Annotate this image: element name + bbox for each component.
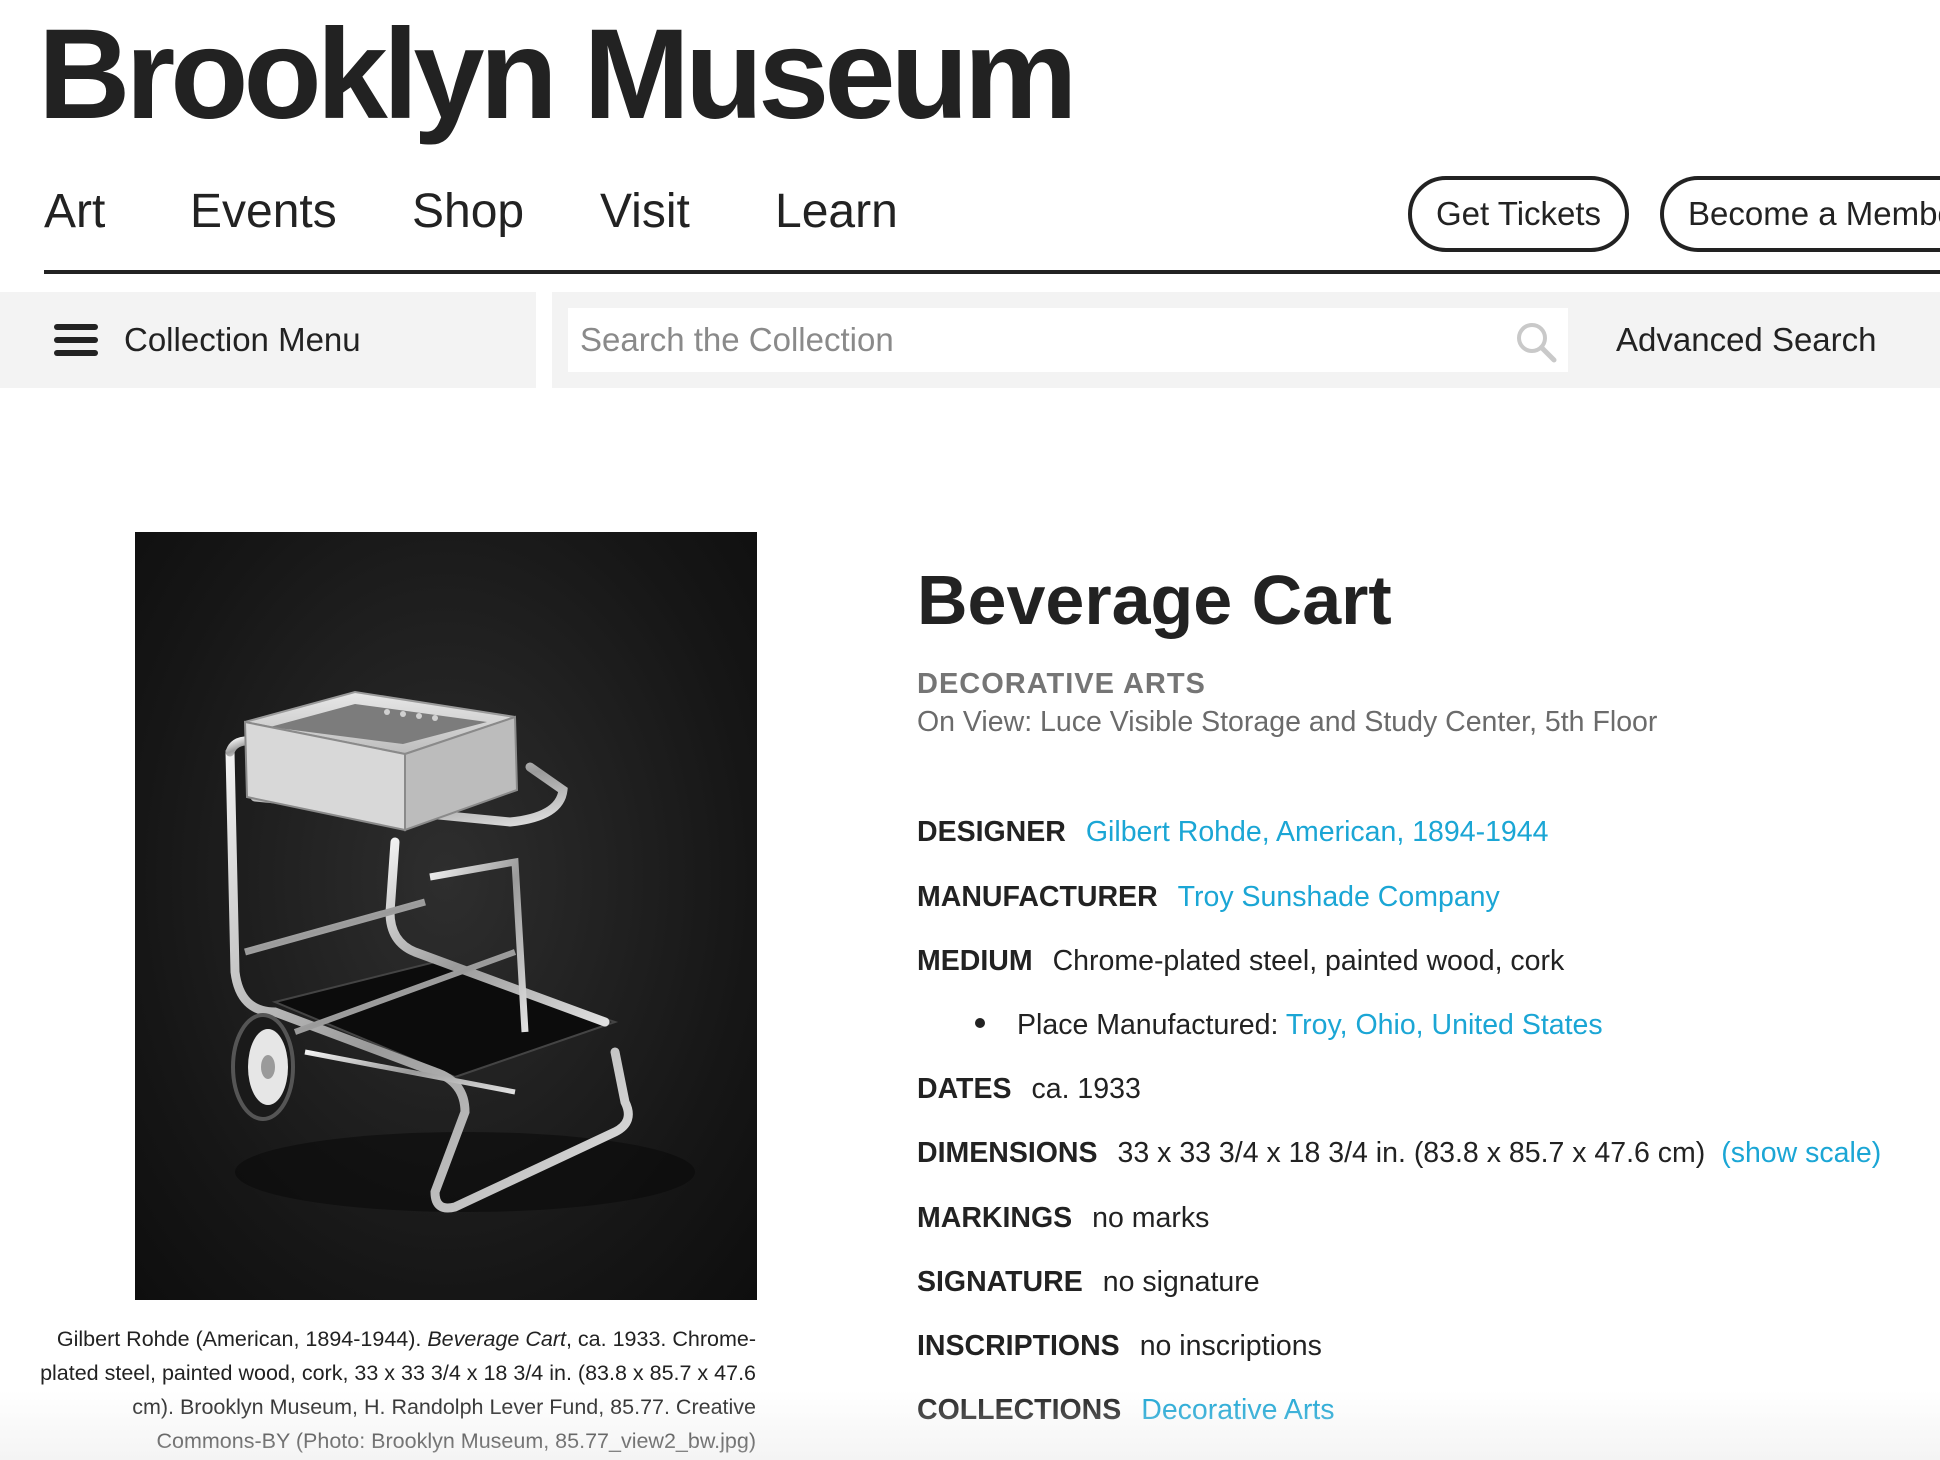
object-on-view: On View: Luce Visible Storage and Study … — [917, 706, 1658, 738]
show-scale-link[interactable]: (show scale) — [1721, 1137, 1881, 1169]
field-place-manufactured: Place Manufactured: Troy, Ohio, United S… — [975, 1005, 1603, 1045]
hamburger-menu-icon — [54, 324, 98, 356]
search-icon[interactable] — [1514, 320, 1558, 364]
collections-link[interactable]: Decorative Arts — [1141, 1394, 1334, 1426]
bullet-icon — [975, 1018, 985, 1029]
nav-learn[interactable]: Learn — [775, 172, 898, 252]
place-manufactured-label: Place Manufactured: — [1017, 1009, 1279, 1041]
field-designer: DESIGNER Gilbert Rohde, American, 1894-19… — [917, 812, 1549, 852]
nav-visit[interactable]: Visit — [600, 172, 690, 252]
designer-label: DESIGNER — [917, 816, 1066, 848]
caption-attribution: Gilbert Rohde (American, 1894-1944). — [56, 1327, 428, 1351]
manufacturer-link[interactable]: Troy Sunshade Company — [1178, 881, 1500, 913]
collection-menu-label: Collection Menu — [124, 321, 361, 358]
markings-label: MARKINGS — [917, 1202, 1073, 1234]
collection-search-input[interactable] — [568, 308, 1568, 372]
collection-search-bar: Advanced Search — [552, 292, 1940, 388]
inscriptions-value: no inscriptions — [1139, 1330, 1322, 1362]
field-manufacturer: MANUFACTURER Troy Sunshade Company — [917, 877, 1500, 917]
manufacturer-label: MANUFACTURER — [917, 881, 1158, 913]
dimensions-label: DIMENSIONS — [917, 1137, 1098, 1169]
field-markings: MARKINGS no marks — [917, 1198, 1209, 1238]
advanced-search-link[interactable]: Advanced Search — [1616, 292, 1877, 388]
nav-events[interactable]: Events — [190, 172, 337, 252]
field-collections: COLLECTIONS Decorative Arts — [917, 1390, 1335, 1430]
place-manufactured-link[interactable]: Troy, Ohio, United States — [1286, 1009, 1603, 1041]
markings-value: no marks — [1092, 1202, 1210, 1234]
nav-divider — [44, 270, 1940, 274]
designer-link[interactable]: Gilbert Rohde, American, 1894-1944 — [1086, 816, 1549, 848]
become-member-button[interactable]: Become a Membe — [1660, 176, 1940, 252]
medium-value: Chrome-plated steel, painted wood, cork — [1052, 945, 1565, 977]
object-title: Beverage Cart — [917, 561, 1392, 639]
medium-label: MEDIUM — [917, 945, 1033, 977]
signature-value: no signature — [1102, 1266, 1260, 1298]
field-dates: DATES ca. 1933 — [917, 1069, 1141, 1109]
signature-label: SIGNATURE — [917, 1266, 1083, 1298]
artwork-image[interactable] — [135, 532, 757, 1300]
dates-value: ca. 1933 — [1031, 1073, 1141, 1105]
artwork-caption: Gilbert Rohde (American, 1894-1944). Bev… — [30, 1322, 756, 1458]
caption-title: Beverage Cart — [427, 1327, 566, 1351]
dates-label: DATES — [917, 1073, 1012, 1105]
collections-label: COLLECTIONS — [917, 1394, 1122, 1426]
inscriptions-label: INSCRIPTIONS — [917, 1330, 1120, 1362]
page: Brooklyn Museum Art Events Shop Visit Le… — [0, 0, 1940, 1460]
get-tickets-button[interactable]: Get Tickets — [1408, 176, 1630, 252]
nav-art[interactable]: Art — [44, 172, 105, 252]
field-inscriptions: INSCRIPTIONS no inscriptions — [917, 1326, 1322, 1366]
site-logo[interactable]: Brooklyn Museum — [38, 0, 1077, 150]
dimensions-value: 33 x 33 3/4 x 18 3/4 in. (83.8 x 85.7 x … — [1117, 1137, 1706, 1169]
beverage-cart-photo — [225, 690, 695, 1213]
field-signature: SIGNATURE no signature — [917, 1262, 1260, 1302]
collection-menu-button[interactable]: Collection Menu — [0, 292, 536, 388]
object-department[interactable]: DECORATIVE ARTS — [917, 668, 1206, 701]
nav-shop[interactable]: Shop — [412, 172, 524, 252]
field-dimensions: DIMENSIONS 33 x 33 3/4 x 18 3/4 in. (83.8… — [917, 1133, 1881, 1173]
field-medium: MEDIUM Chrome-plated steel, painted wood,… — [917, 941, 1564, 981]
